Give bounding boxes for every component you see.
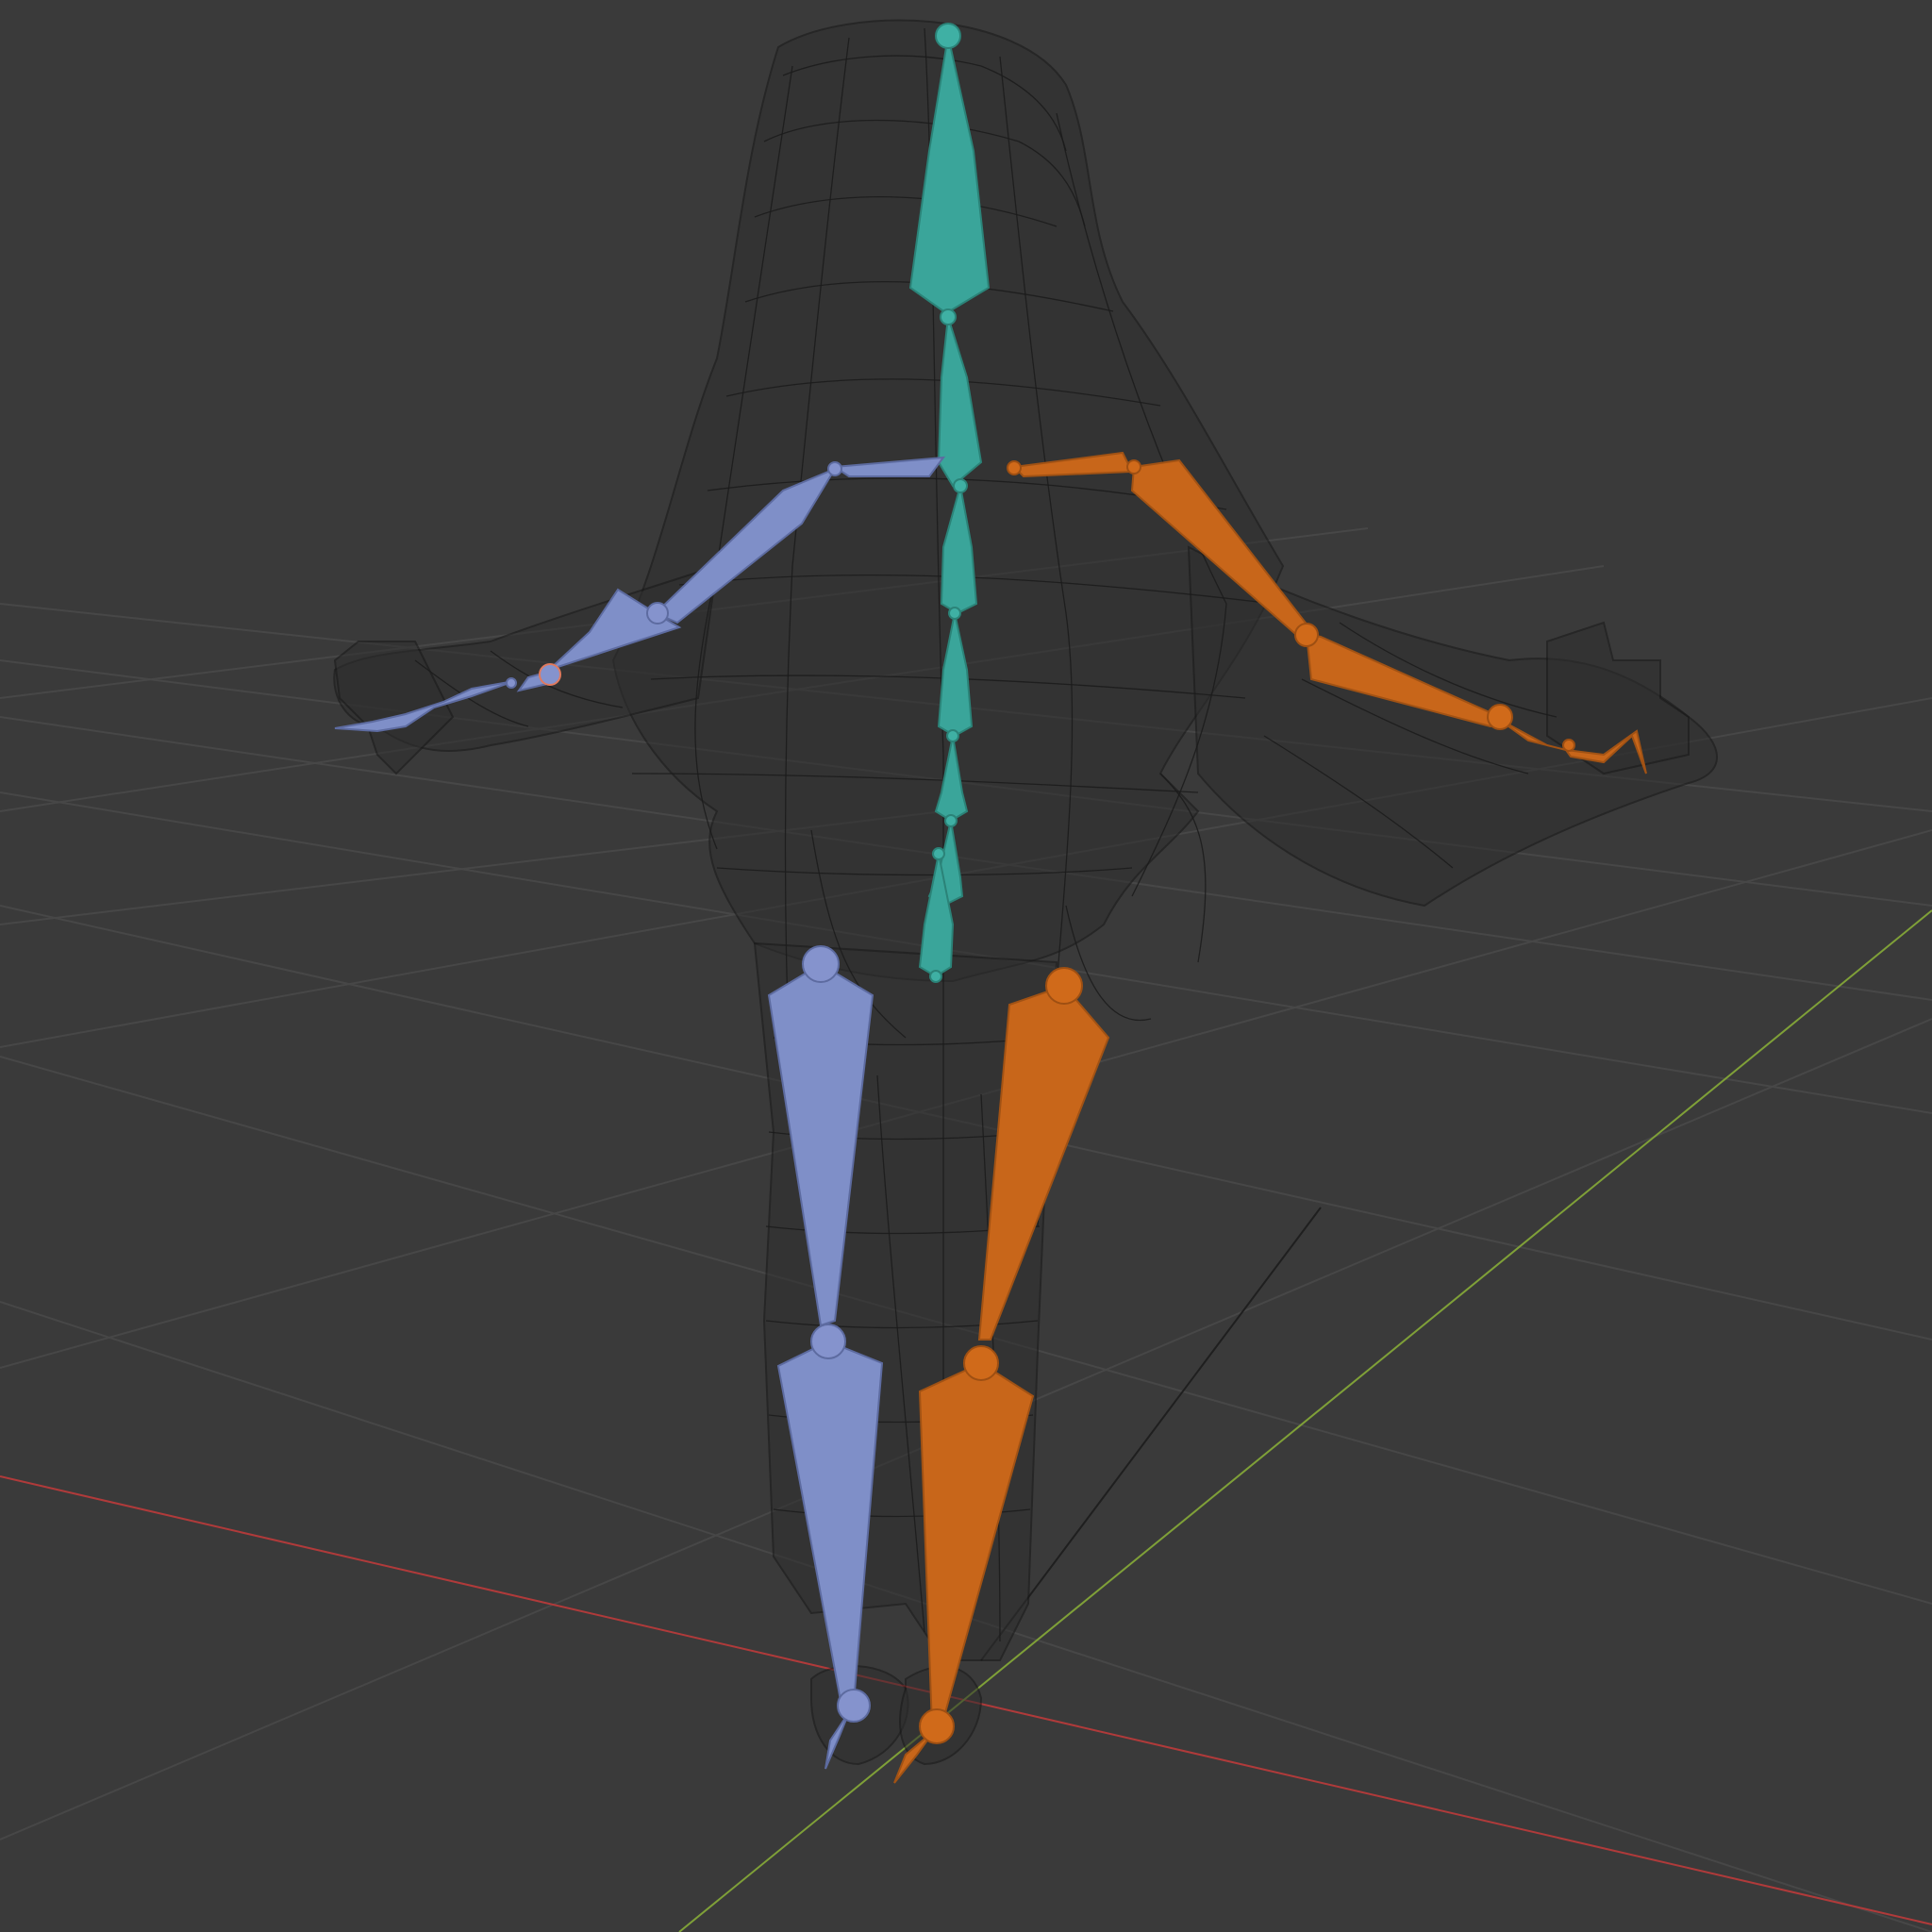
joint-left-knee[interactable] xyxy=(810,1324,846,1359)
joint-right-elbow[interactable] xyxy=(1294,623,1319,647)
joint-right-knee[interactable] xyxy=(963,1345,999,1381)
joint-spine-lower[interactable] xyxy=(944,814,958,827)
joint-hips[interactable] xyxy=(932,847,945,860)
joint-spine-upper[interactable] xyxy=(948,607,961,620)
joint-right-hip[interactable] xyxy=(1045,967,1083,1005)
joint-right-shoulder[interactable] xyxy=(1126,459,1141,475)
joint-left-wrist[interactable] xyxy=(539,663,561,686)
joint-right-wrist[interactable] xyxy=(1487,704,1513,730)
viewport-canvas[interactable] xyxy=(0,0,1932,1932)
joint-spine-mid[interactable] xyxy=(946,729,959,742)
joint-head-top[interactable] xyxy=(935,23,961,49)
joint-left-palm[interactable] xyxy=(506,677,517,689)
joint-right-palm[interactable] xyxy=(1562,739,1575,752)
joint-chest[interactable] xyxy=(953,478,968,493)
joint-left-hip[interactable] xyxy=(802,945,840,983)
joint-left-shoulder[interactable] xyxy=(827,461,842,476)
joint-left-ankle[interactable] xyxy=(837,1689,871,1723)
3d-viewport[interactable] xyxy=(0,0,1932,1932)
joint-neck[interactable] xyxy=(940,308,957,325)
wireframe-mesh[interactable] xyxy=(333,19,1718,1766)
joint-right-shoulder-start[interactable] xyxy=(1007,460,1022,475)
joint-hips-end[interactable] xyxy=(929,970,942,983)
joint-left-elbow[interactable] xyxy=(646,602,669,625)
joint-right-ankle[interactable] xyxy=(919,1708,955,1744)
